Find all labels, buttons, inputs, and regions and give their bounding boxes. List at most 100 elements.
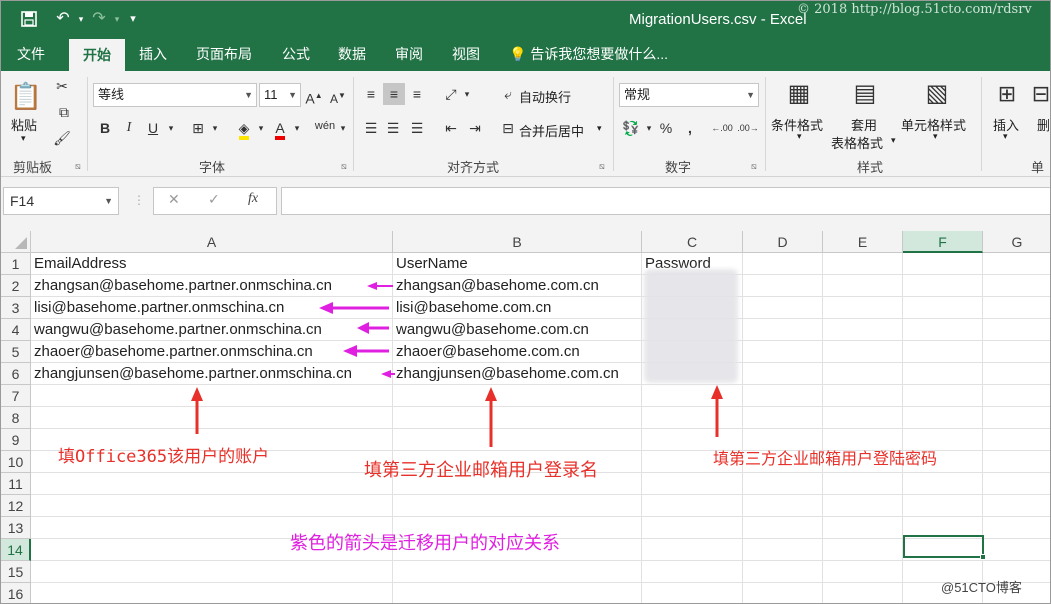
number-launcher-icon[interactable]: ⧅ (751, 161, 757, 172)
cell-styles-icon[interactable]: ▧ (921, 77, 953, 111)
ribbon-tab-bar: 文件 开始 插入 页面布局 公式 数据 审阅 视图 💡 告诉我您想要做什么... (1, 39, 1050, 71)
merge-center-button[interactable]: 合并后居中 (519, 121, 584, 140)
insert-cells-icon[interactable]: ⊞ (993, 77, 1021, 111)
borders-icon[interactable]: ⊞ (187, 117, 209, 139)
phonetic-dropdown-icon[interactable]: ▾ (337, 117, 349, 139)
italic-icon[interactable]: I (121, 117, 137, 139)
corner-watermark: @51CTO博客 (941, 580, 1022, 595)
accounting-dropdown-icon[interactable]: ▾ (643, 117, 655, 139)
enter-icon[interactable]: ✓ (208, 191, 220, 208)
tab-file[interactable]: 文件 (17, 39, 45, 71)
delete-cells-icon[interactable]: ⊟ (1031, 77, 1050, 111)
merge-center-icon[interactable]: ⊟ (499, 117, 517, 139)
cut-icon[interactable]: ✂ (51, 75, 73, 97)
merge-dropdown-icon[interactable]: ▾ (597, 123, 602, 134)
clipboard-launcher-icon[interactable]: ⧅ (75, 161, 81, 172)
fill-color-dropdown-icon[interactable]: ▾ (255, 117, 267, 139)
wrap-text-icon[interactable]: ⤶ (499, 83, 517, 105)
number-format-combo[interactable]: 常规 ▼ (619, 83, 759, 107)
orientation-icon[interactable]: ⤢ (441, 83, 461, 105)
formula-input[interactable] (281, 187, 1050, 215)
name-box[interactable]: F14 ▼ (3, 187, 119, 215)
alignment-launcher-icon[interactable]: ⧅ (599, 161, 605, 172)
fill-color-icon[interactable]: ◈ (233, 117, 255, 140)
ribbon: 📋 粘贴 ▾ ✂ ⧉ 🖌 剪贴板 ⧅ 等线 ▼ 11 ▼ A▲ A▼ B I U ▾… (1, 71, 1050, 177)
format-as-table-line1[interactable]: 套用 (851, 115, 877, 134)
paste-button[interactable]: 粘贴 (11, 115, 37, 134)
format-painter-icon[interactable]: 🖌 (51, 127, 73, 149)
underline-icon[interactable]: U (145, 117, 161, 139)
save-icon[interactable] (17, 1, 41, 37)
cancel-icon[interactable]: ✕ (168, 191, 180, 208)
decrease-font-icon[interactable]: A▼ (329, 85, 347, 107)
name-box-value: F14 (10, 193, 35, 209)
cell-styles-dropdown-icon[interactable]: ▾ (933, 131, 938, 142)
format-as-table-dropdown-icon[interactable]: ▾ (891, 135, 896, 146)
underline-dropdown-icon[interactable]: ▾ (165, 117, 177, 139)
delete-cells-button[interactable]: 删 (1037, 115, 1050, 134)
purple-arrow-row6 (381, 370, 395, 378)
align-left-icon[interactable]: ☰ (361, 117, 381, 139)
insert-cells-dropdown-icon[interactable]: ▾ (1003, 131, 1008, 142)
align-right-icon[interactable]: ☰ (407, 117, 427, 139)
cells-group-label: 单 (1031, 160, 1045, 175)
formula-bar-grip-icon: ⋮ (133, 193, 145, 207)
annotation-thirdparty-login: 填第三方企业邮箱用户登录名 (364, 460, 598, 480)
customize-qat-icon[interactable]: ▾ (121, 1, 145, 37)
wrap-text-button[interactable]: 自动换行 (519, 87, 571, 106)
worksheet-grid[interactable]: A B C D E F G 1 2 3 4 5 6 7 8 9 10 11 12 13 14 15 16 Em… (1, 231, 1050, 603)
tab-page-layout[interactable]: 页面布局 (196, 39, 252, 71)
tell-me-box[interactable]: 💡 告诉我您想要做什么... (509, 39, 668, 71)
formula-buttons: ✕ ✓ fx (153, 187, 277, 215)
tab-formulas[interactable]: 公式 (282, 39, 310, 71)
lightbulb-icon: 💡 (509, 46, 527, 62)
comma-style-icon[interactable]: , (681, 117, 699, 139)
conditional-formatting-icon[interactable]: ▦ (783, 77, 815, 111)
bold-icon[interactable]: B (97, 117, 113, 139)
font-size-combo[interactable]: 11 ▼ (259, 83, 301, 107)
copy-icon[interactable]: ⧉ (51, 101, 77, 123)
format-as-table-button[interactable]: 表格格式 (831, 133, 883, 152)
number-format-value: 常规 (624, 87, 651, 102)
styles-group-label: 样式 (857, 160, 884, 175)
tab-data[interactable]: 数据 (338, 39, 366, 71)
annotation-purple-arrows: 紫色的箭头是迁移用户的对应关系 (290, 533, 560, 553)
paste-icon[interactable]: 📋 (9, 79, 43, 113)
formula-bar: F14 ▼ ⋮ ✕ ✓ fx (1, 177, 1050, 231)
orientation-dropdown-icon[interactable]: ▾ (461, 83, 473, 105)
tab-view[interactable]: 视图 (452, 39, 480, 71)
purple-arrow-row5 (343, 345, 389, 357)
align-bottom-icon[interactable]: ≡ (407, 83, 427, 105)
font-color-dropdown-icon[interactable]: ▾ (291, 117, 303, 139)
increase-indent-icon[interactable]: ⇥ (465, 117, 485, 139)
font-color-icon[interactable]: A (269, 117, 291, 140)
paste-dropdown-icon[interactable]: ▾ (21, 133, 26, 144)
decrease-decimal-icon[interactable]: .00→ (737, 117, 759, 139)
conditional-formatting-dropdown-icon[interactable]: ▾ (797, 131, 802, 142)
borders-dropdown-icon[interactable]: ▾ (209, 117, 221, 139)
insert-function-icon[interactable]: fx (248, 191, 258, 207)
decrease-indent-icon[interactable]: ⇤ (441, 117, 461, 139)
font-size-value: 11 (264, 87, 278, 102)
font-name-combo[interactable]: 等线 ▼ (93, 83, 257, 107)
align-middle-icon[interactable]: ≡ (383, 83, 405, 105)
percent-icon[interactable]: % (657, 117, 675, 139)
accounting-format-icon[interactable]: 💱 (621, 117, 641, 139)
window-title: MigrationUsers.csv - Excel (629, 11, 807, 28)
group-divider (87, 77, 88, 171)
align-top-icon[interactable]: ≡ (361, 83, 381, 105)
format-as-table-icon[interactable]: ▤ (849, 77, 881, 111)
red-arrow-col-c (711, 385, 723, 437)
group-divider (613, 77, 614, 171)
align-center-icon[interactable]: ☰ (383, 117, 403, 139)
increase-font-icon[interactable]: A▲ (305, 85, 323, 107)
chevron-down-icon: ▼ (746, 90, 755, 100)
title-bar: ↶ ▾ ↷ ▾ ▾ MigrationUsers.csv - Excel © 2… (1, 1, 1050, 39)
tab-insert[interactable]: 插入 (139, 39, 167, 71)
phonetic-icon[interactable]: wén (313, 115, 337, 137)
tab-home[interactable]: 开始 (69, 39, 125, 71)
increase-decimal-icon[interactable]: ←.00 (711, 117, 733, 139)
tab-review[interactable]: 审阅 (395, 39, 423, 71)
font-launcher-icon[interactable]: ⧅ (341, 161, 347, 172)
annotation-office365-account: 填Office365该用户的账户 (58, 447, 270, 467)
